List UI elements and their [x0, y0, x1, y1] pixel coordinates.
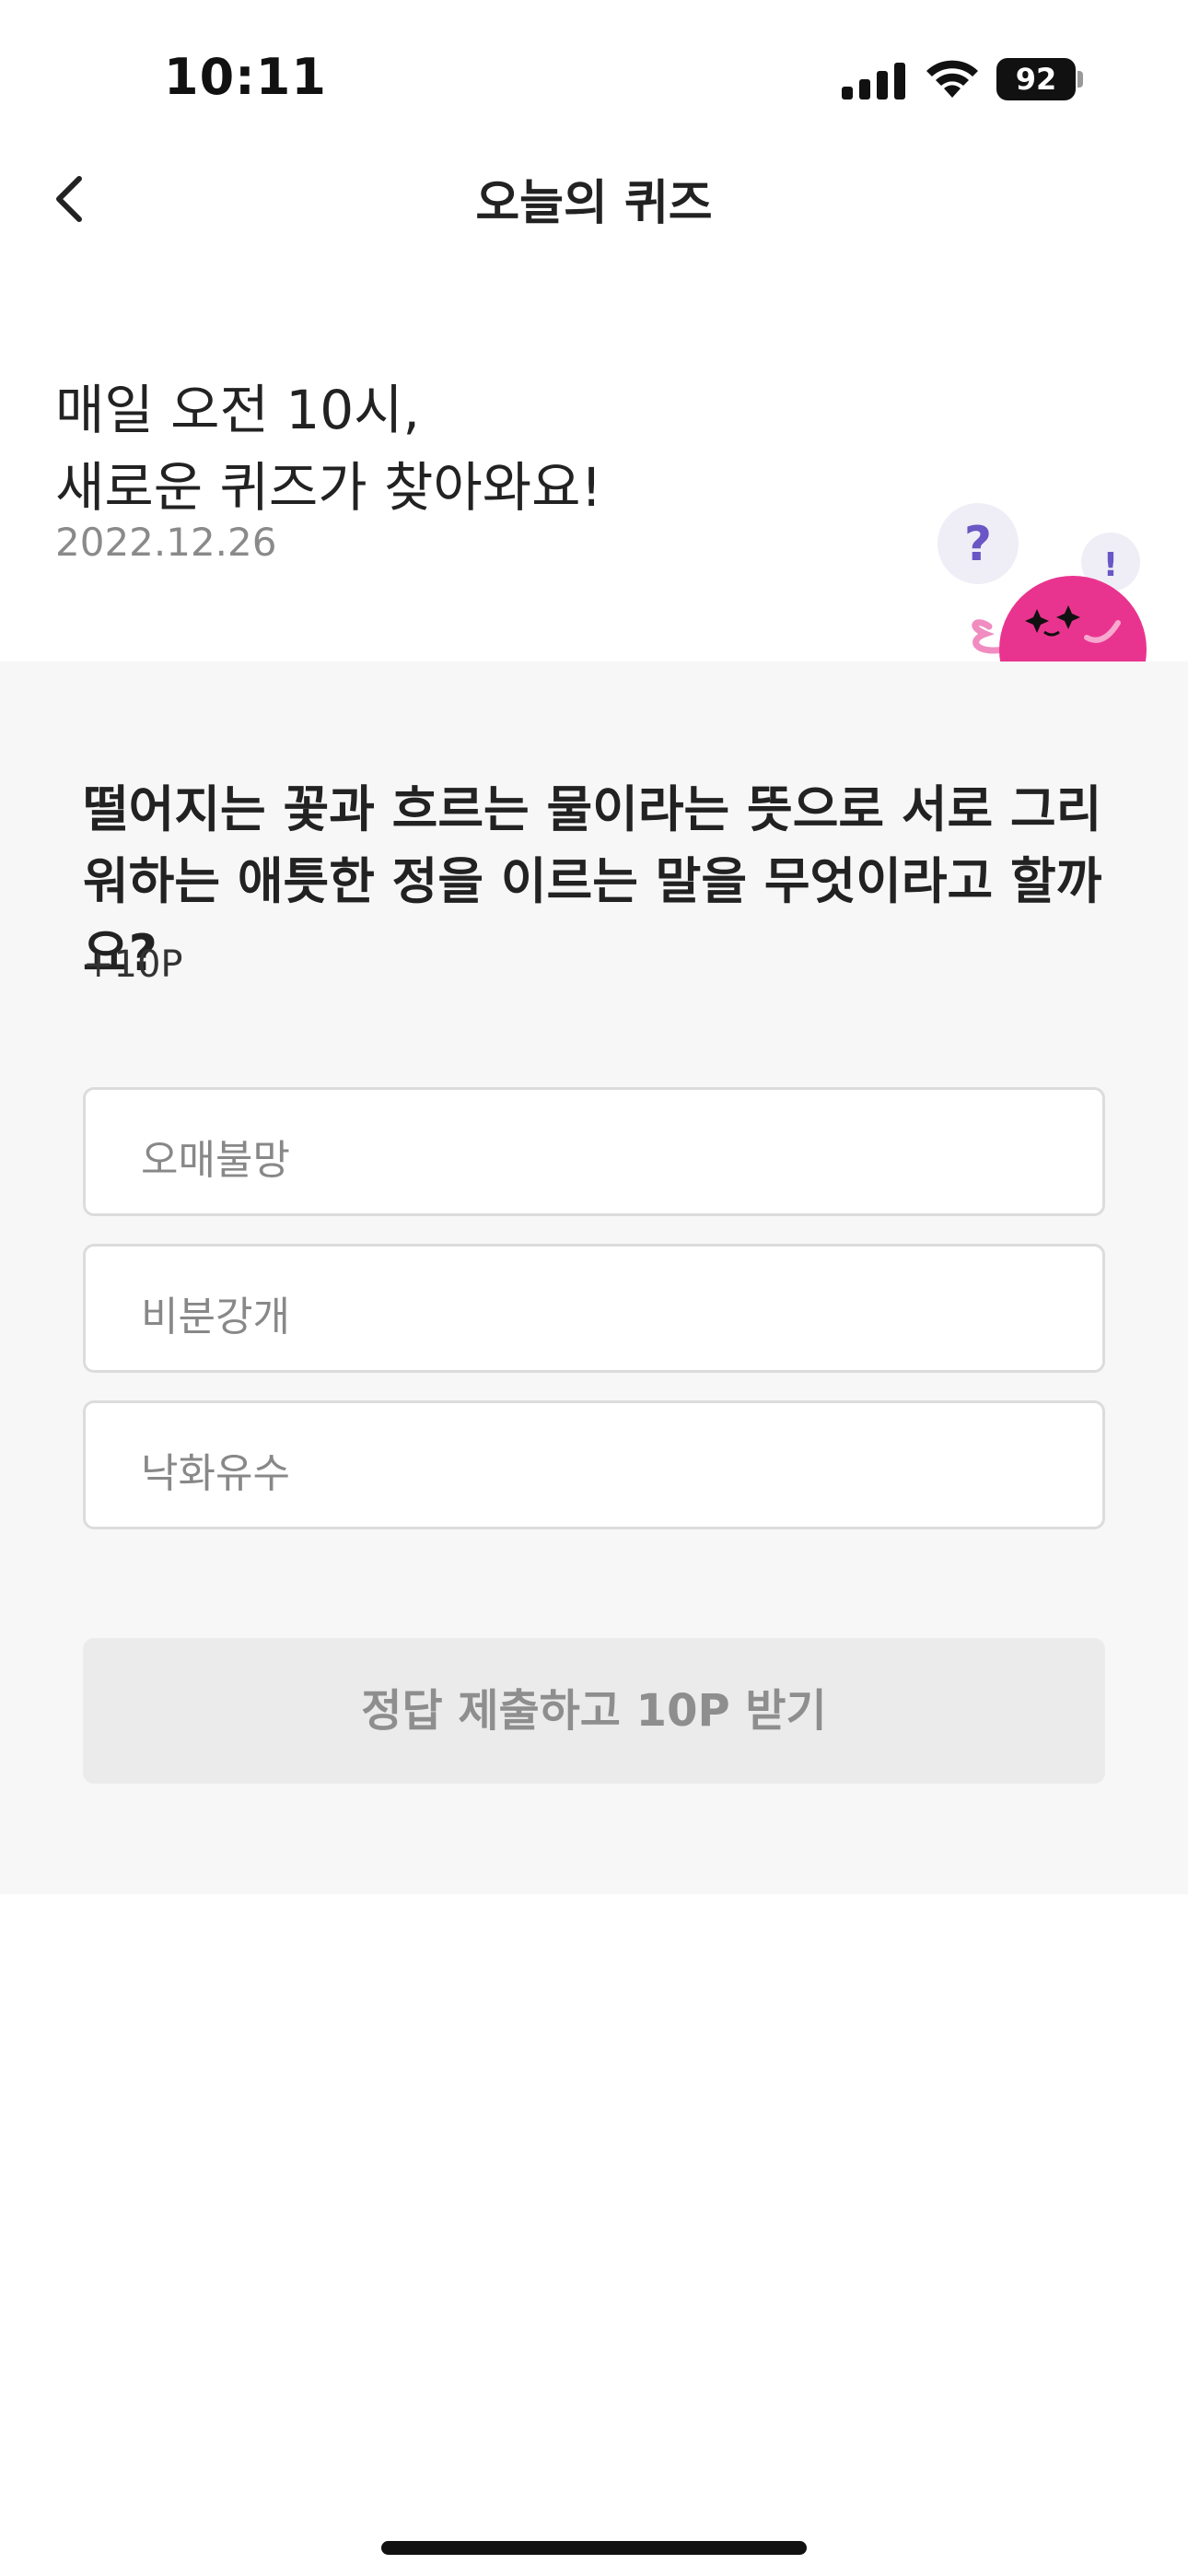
- answer-option-label: 낙화유수: [141, 1450, 290, 1497]
- status-time: 10:11: [164, 48, 327, 106]
- answer-option-2[interactable]: 비분강개: [83, 1244, 1105, 1373]
- answer-option-label: 오매불망: [141, 1137, 290, 1184]
- quiz-mascot-illustration: ? !: [938, 503, 1147, 663]
- status-bar: 10:11 92: [0, 0, 1188, 138]
- submit-answer-button[interactable]: 정답 제출하고 10P 받기: [83, 1638, 1105, 1784]
- quiz-question: 떨어지는 꽃과 흐르는 물이라는 뜻으로 서로 그리워하는 애틋한 정을 이르는…: [83, 780, 1102, 982]
- battery-level: 92: [1015, 62, 1057, 97]
- cellular-signal-icon: [842, 61, 906, 100]
- home-indicator: [381, 2541, 807, 2555]
- wifi-icon: [926, 60, 978, 98]
- battery-icon: 92: [996, 58, 1083, 100]
- svg-text:!: !: [1103, 546, 1118, 584]
- page-title: 오늘의 퀴즈: [475, 176, 713, 231]
- intro-text-line1: 매일 오전 10시,: [55, 379, 420, 441]
- quiz-panel: 떨어지는 꽃과 흐르는 물이라는 뜻으로 서로 그리워하는 애틋한 정을 이르는…: [0, 662, 1188, 1894]
- answer-option-1[interactable]: 오매불망: [83, 1087, 1105, 1216]
- nav-header: 오늘의 퀴즈: [0, 138, 1188, 258]
- svg-text:?: ?: [964, 517, 992, 572]
- answer-option-3[interactable]: 낙화유수: [83, 1400, 1105, 1529]
- quiz-date: 2022.12.26: [55, 520, 277, 565]
- answer-option-label: 비분강개: [141, 1294, 290, 1341]
- intro-text-line2: 새로운 퀴즈가 찾아와요!: [55, 456, 602, 519]
- reward-points: +10P: [83, 943, 183, 986]
